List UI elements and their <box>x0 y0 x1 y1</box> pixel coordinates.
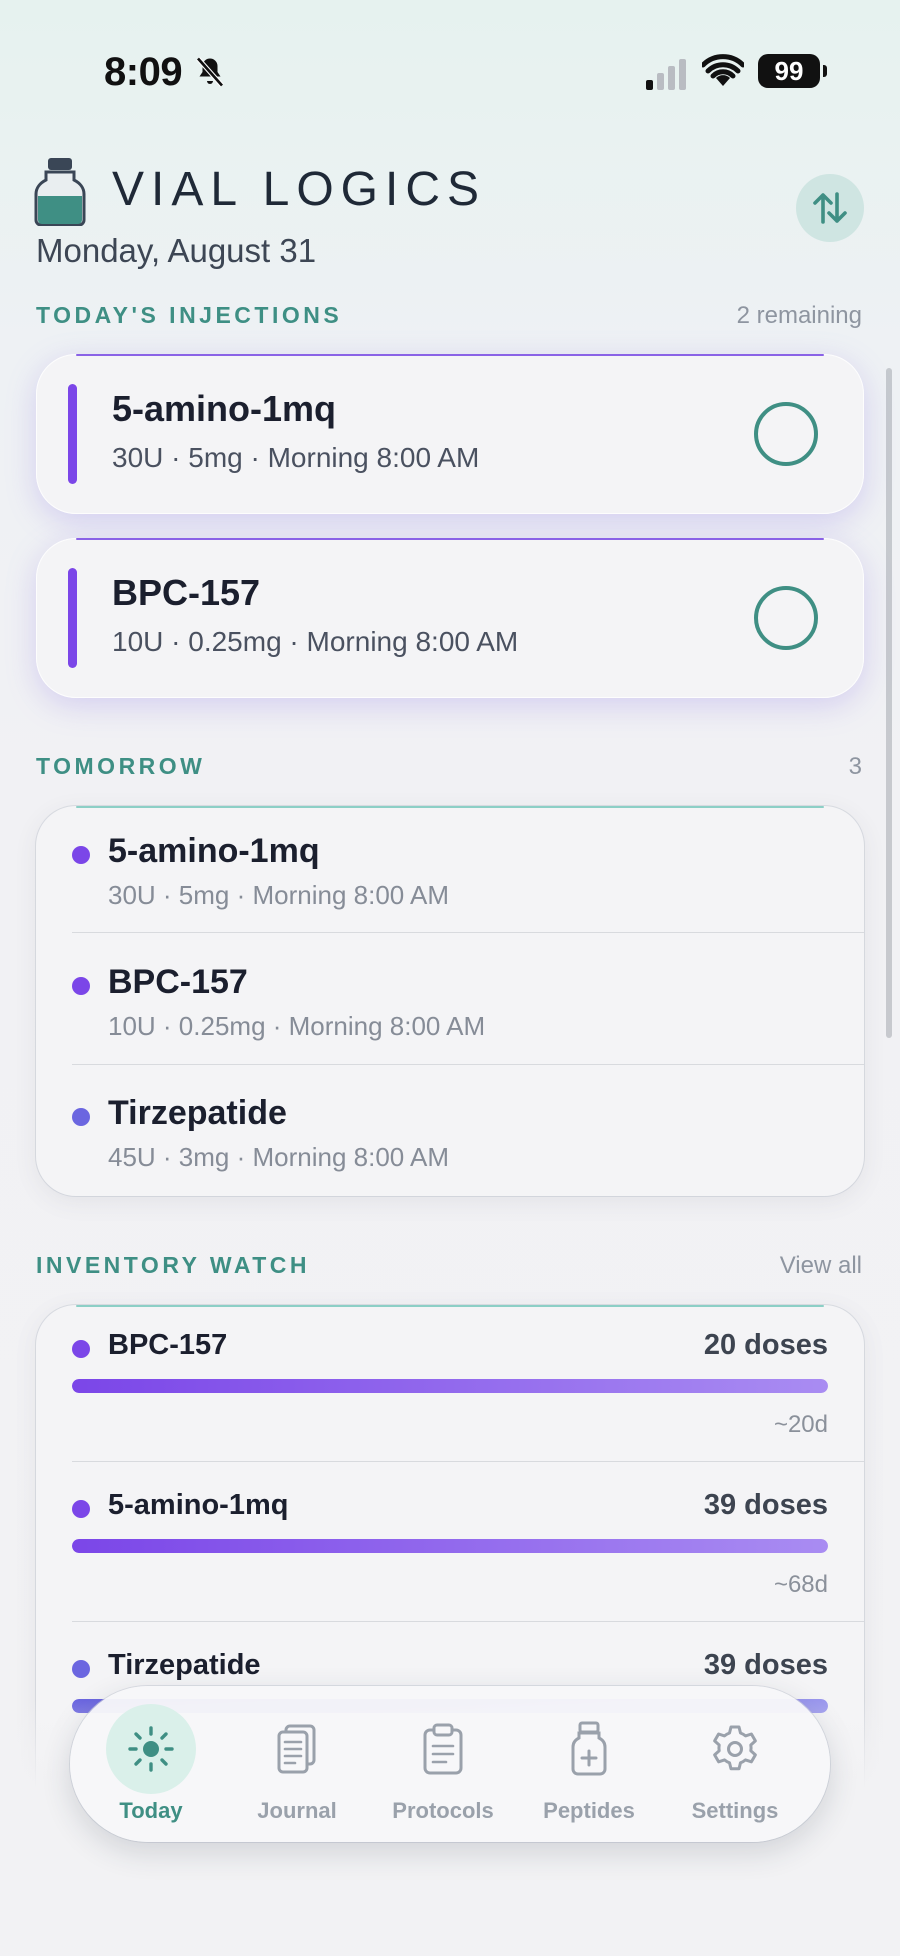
tab-label: Peptides <box>543 1798 635 1823</box>
divider <box>72 932 864 933</box>
injection-name: 5-amino-1mq <box>112 388 337 429</box>
divider <box>72 1621 864 1622</box>
inventory-section-label: INVENTORY WATCH <box>36 1252 310 1278</box>
inventory-doses: 39 doses <box>703 1489 828 1521</box>
mark-done-checkbox[interactable] <box>754 586 818 650</box>
peptide-color-dot <box>72 846 90 864</box>
tab-icon-wrap <box>398 1704 488 1794</box>
wifi-icon <box>702 54 744 86</box>
injection-detail: 10U · 0.25mg · Morning 8:00 AM <box>112 626 519 657</box>
tab-journal[interactable]: Journal <box>224 1686 370 1842</box>
tab-today[interactable]: Today <box>78 1686 224 1842</box>
tab-label: Journal <box>257 1798 337 1823</box>
tab-icon-wrap <box>106 1704 196 1794</box>
schedule-name: Tirzepatide <box>108 1094 287 1132</box>
scrollbar[interactable] <box>886 368 892 1038</box>
app-title: VIAL LOGICS <box>112 163 486 216</box>
inventory-doses: 20 doses <box>703 1329 828 1361</box>
today-section-label: TODAY'S INJECTIONS <box>36 302 343 328</box>
peptide-color-dot <box>72 1660 90 1678</box>
swap-vertical-icon <box>813 192 847 224</box>
journal-icon <box>277 1724 316 1774</box>
tab-icon-wrap <box>690 1704 780 1794</box>
inventory-name: 5-amino-1mq <box>108 1489 289 1521</box>
list-item[interactable]: BPC-157 20 doses ~20d <box>36 1305 864 1465</box>
inventory-level-fill <box>72 1379 828 1393</box>
tomorrow-section-label: TOMORROW <box>36 753 206 779</box>
sun-icon <box>128 1726 174 1772</box>
injection-detail: 30U · 5mg · Morning 8:00 AM <box>112 442 480 473</box>
list-item[interactable]: 5-amino-1mq 39 doses ~68d <box>36 1465 864 1625</box>
clipboard-icon <box>423 1723 463 1775</box>
inventory-level-bar <box>72 1539 828 1553</box>
inventory-days-left: ~20d <box>773 1411 828 1438</box>
sort-button[interactable] <box>796 174 864 242</box>
injection-card[interactable]: 5-amino-1mq 30U · 5mg · Morning 8:00 AM <box>36 354 864 514</box>
peptide-color-dot <box>72 1108 90 1126</box>
schedule-detail: 10U · 0.25mg · Morning 8:00 AM <box>108 1011 486 1041</box>
peptide-color-dot <box>72 1500 90 1518</box>
today-remaining-count: 2 remaining <box>736 302 862 329</box>
injection-name: BPC-157 <box>112 572 261 613</box>
status-time: 8:09 <box>104 50 183 94</box>
inventory-doses: 39 doses <box>703 1649 828 1681</box>
schedule-name: 5-amino-1mq <box>108 832 320 870</box>
tab-icon-wrap <box>252 1704 342 1794</box>
tab-icon-wrap <box>544 1704 634 1794</box>
current-date: Monday, August 31 <box>36 232 317 269</box>
tab-peptides[interactable]: Peptides <box>516 1686 662 1842</box>
inventory-level-bar <box>72 1379 828 1393</box>
peptide-color-dot <box>72 1340 90 1358</box>
divider <box>72 1461 864 1462</box>
battery-level: 99 <box>774 56 804 86</box>
battery-indicator: 99 <box>758 54 827 88</box>
inventory-days-left: ~68d <box>773 1571 828 1598</box>
divider <box>72 1064 864 1065</box>
inventory-name: Tirzepatide <box>108 1649 261 1681</box>
list-item[interactable]: 5-amino-1mq 30U · 5mg · Morning 8:00 AM <box>36 806 864 937</box>
mark-done-checkbox[interactable] <box>754 402 818 466</box>
view-all-link[interactable]: View all <box>780 1252 862 1280</box>
tab-settings[interactable]: Settings <box>662 1686 808 1842</box>
schedule-name: BPC-157 <box>108 963 248 1001</box>
list-item[interactable]: BPC-157 10U · 0.25mg · Morning 8:00 AM <box>36 937 864 1068</box>
vial-icon <box>571 1721 607 1776</box>
status-bar: 8:09 99 <box>0 0 900 150</box>
peptide-color-bar <box>68 384 77 484</box>
vial-logo-icon <box>34 158 86 226</box>
tomorrow-list: 5-amino-1mq 30U · 5mg · Morning 8:00 AM … <box>36 806 864 1196</box>
bell-muted-icon <box>196 56 224 88</box>
inventory-name: BPC-157 <box>108 1329 228 1361</box>
tab-label: Protocols <box>392 1798 494 1823</box>
tab-label: Today <box>119 1798 183 1823</box>
schedule-detail: 45U · 3mg · Morning 8:00 AM <box>108 1142 450 1172</box>
signal-icon <box>646 59 686 90</box>
inventory-level-fill <box>72 1539 828 1553</box>
gear-icon <box>713 1725 757 1771</box>
tomorrow-count: 3 <box>848 753 862 780</box>
tab-label: Settings <box>691 1798 779 1823</box>
list-item[interactable]: Tirzepatide 45U · 3mg · Morning 8:00 AM <box>36 1068 864 1199</box>
injection-card[interactable]: BPC-157 10U · 0.25mg · Morning 8:00 AM <box>36 538 864 698</box>
tab-bar: Today Journal Protocols Peptides Setting… <box>70 1686 830 1842</box>
peptide-color-bar <box>68 568 77 668</box>
peptide-color-dot <box>72 977 90 995</box>
tab-protocols[interactable]: Protocols <box>370 1686 516 1842</box>
schedule-detail: 30U · 5mg · Morning 8:00 AM <box>108 880 450 910</box>
